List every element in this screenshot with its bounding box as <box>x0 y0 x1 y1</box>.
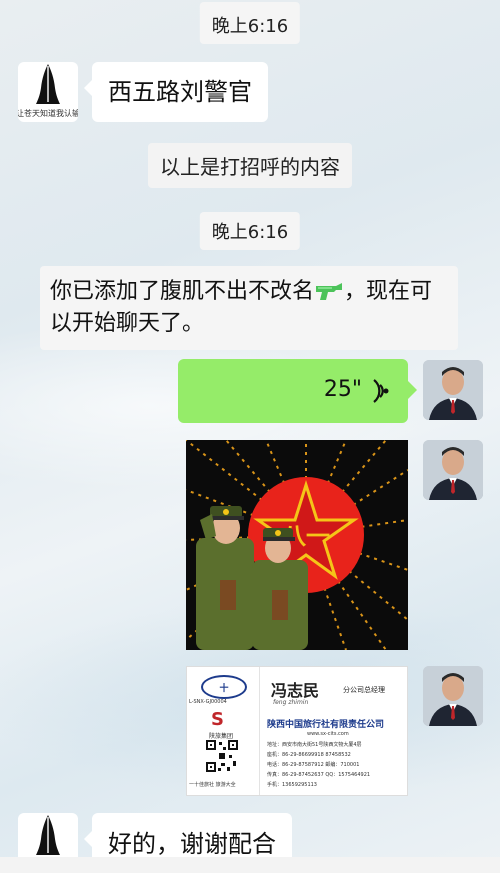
card-address: 地址：西安市南大街51号陕西文物大厦4层 <box>267 742 362 748</box>
person-portrait-icon <box>423 360 483 420</box>
card-phone: 座机：86-29-86699918 87458532 <box>267 752 351 758</box>
my-avatar[interactable] <box>423 360 483 420</box>
card-left-panel: 十 L-SNX-GJ00004 S 陕旅集团 一十佳旅社 旅游大全 <box>187 667 260 795</box>
person-portrait-icon <box>423 440 483 500</box>
group-logo-icon: S <box>211 709 224 730</box>
avatar-caption: 让苍天知道我认输 <box>18 109 78 118</box>
my-avatar[interactable] <box>423 666 483 726</box>
card-company: 陕西中国旅行社有限责任公司 <box>267 720 385 730</box>
qr-code-icon <box>205 739 239 773</box>
contact-avatar[interactable]: 让苍天知道我认输 <box>18 62 78 122</box>
voice-message-bubble[interactable]: 25" <box>178 359 417 423</box>
system-message-text: 你已添加了腹肌不出不改名 <box>50 279 315 304</box>
message-text: 好的，谢谢配合 <box>108 830 276 858</box>
my-avatar[interactable] <box>423 440 483 500</box>
card-mobile: 手机：13659295113 <box>267 782 317 788</box>
card-name-pinyin: feng zhimin <box>273 699 309 706</box>
card-footer: 一十佳旅社 旅游大全 <box>189 782 236 788</box>
card-title: 分公司总经理 <box>343 686 385 694</box>
message-text: 西五路刘警官 <box>108 78 252 106</box>
card-fax: 传真：86-29-87452637 QQ：1575464921 <box>267 772 371 778</box>
system-note: 以上是打招呼的内容 <box>148 143 352 188</box>
image-message[interactable]: 八一 <box>186 440 408 650</box>
military-poster-image: 八一 <box>186 440 408 650</box>
message-bubble[interactable]: 西五路刘警官 <box>84 62 268 122</box>
timestamp: 晚上6:16 <box>199 212 301 250</box>
praying-hands-icon <box>36 815 60 855</box>
card-phone: 电话：86-29-87587912 邮编：710001 <box>267 762 360 768</box>
card-name: 冯志民 <box>271 681 320 700</box>
timestamp: 晚上6:16 <box>199 2 301 44</box>
input-bar-edge <box>0 857 500 873</box>
card-website: www.sx-cits.com <box>307 731 349 737</box>
water-gun-icon <box>316 283 343 300</box>
system-message: 你已添加了腹肌不出不改名 ，现在可以开始聊天了。 <box>40 266 458 350</box>
person-portrait-icon <box>423 666 483 726</box>
company-logo: 十 <box>201 675 247 699</box>
logo-code: L-SNX-GJ00004 <box>189 699 227 705</box>
business-card-image[interactable]: 十 L-SNX-GJ00004 S 陕旅集团 一十佳旅社 旅游大全 冯志民 fe… <box>186 666 408 796</box>
voice-duration: 25" <box>323 377 362 402</box>
voice-wave-icon <box>373 379 389 403</box>
praying-hands-icon <box>36 64 60 104</box>
